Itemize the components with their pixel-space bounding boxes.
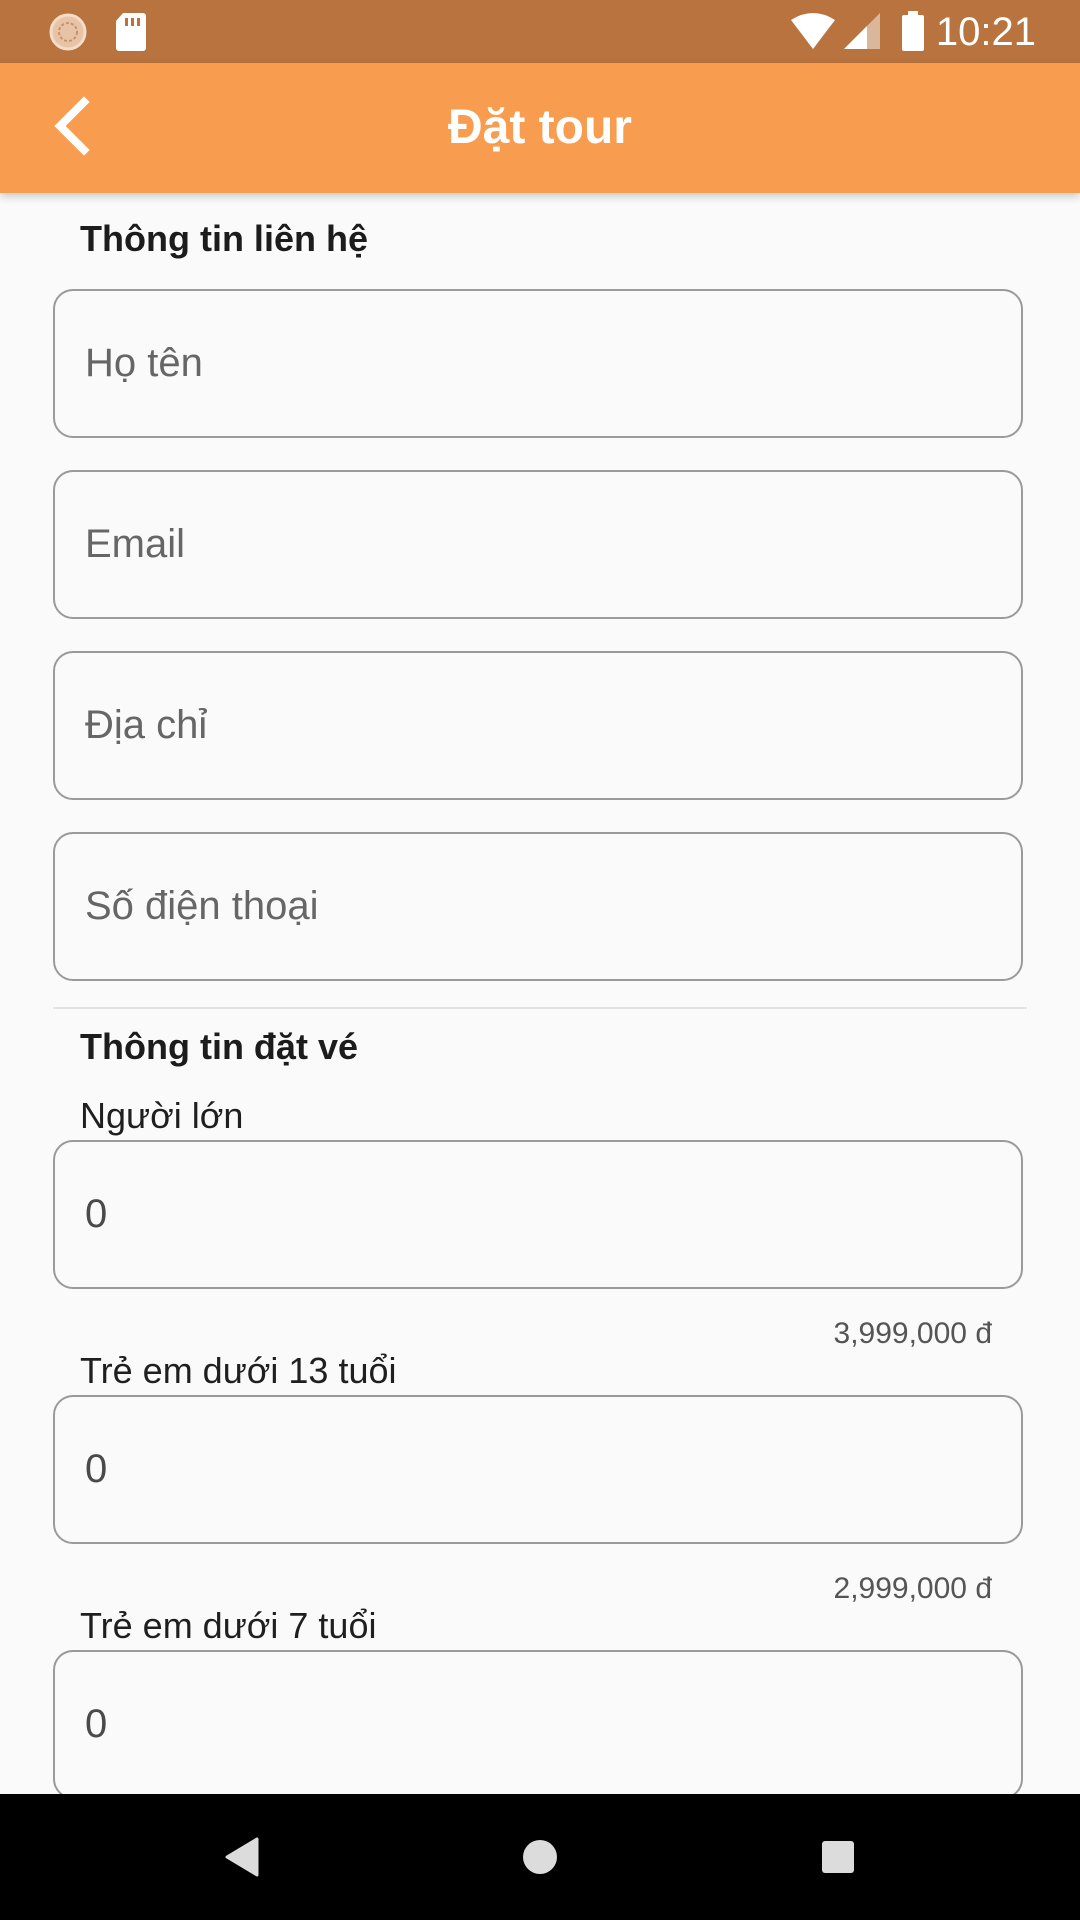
adult-price: 3,999,000 đ xyxy=(833,1317,992,1350)
child-under-7-quantity-field xyxy=(53,1650,1023,1794)
adult-label: Người lớn xyxy=(80,1095,244,1136)
child-under-7-quantity-input[interactable] xyxy=(85,1652,985,1794)
nav-back-button[interactable] xyxy=(207,1824,277,1894)
email-field xyxy=(53,470,1023,619)
back-triangle-icon xyxy=(225,1837,259,1882)
adult-quantity-input[interactable] xyxy=(85,1142,985,1287)
adult-quantity-field xyxy=(53,1140,1023,1289)
nav-recents-button[interactable] xyxy=(803,1824,873,1894)
full-name-input[interactable] xyxy=(85,291,985,436)
status-bar: 10:21 xyxy=(0,0,1080,63)
home-circle-icon xyxy=(522,1839,558,1880)
phone-field xyxy=(53,832,1023,981)
sd-card-icon xyxy=(115,12,147,57)
nav-home-button[interactable] xyxy=(505,1824,575,1894)
signal-icon xyxy=(843,12,881,55)
full-name-field xyxy=(53,289,1023,438)
divider xyxy=(53,1007,1027,1009)
recents-square-icon xyxy=(821,1840,855,1879)
app-bar: Đặt tour xyxy=(0,63,1080,193)
child-under-7-label: Trẻ em dưới 7 tuổi xyxy=(80,1605,377,1646)
phone-input[interactable] xyxy=(85,834,985,979)
child-under-13-quantity-field xyxy=(53,1395,1023,1544)
screen: 10:21 Đặt tour Thông tin liên hệ Thông xyxy=(0,0,1080,1920)
back-button[interactable] xyxy=(32,91,112,165)
booking-section-title: Thông tin đặt vé xyxy=(80,1026,358,1067)
booking-form: Thông tin liên hệ Thông tin đặt vé Người… xyxy=(0,193,1080,1794)
page-title: Đặt tour xyxy=(448,101,632,154)
child-under-13-label: Trẻ em dưới 13 tuổi xyxy=(80,1350,397,1391)
child-under-13-price: 2,999,000 đ xyxy=(833,1572,992,1605)
email-input[interactable] xyxy=(85,472,985,617)
battery-icon xyxy=(901,11,925,56)
chevron-left-icon xyxy=(48,95,96,161)
clock: 10:21 xyxy=(935,10,1036,54)
child-under-13-quantity-input[interactable] xyxy=(85,1397,985,1542)
navigation-bar xyxy=(0,1794,1080,1920)
wifi-icon xyxy=(790,12,836,55)
address-input[interactable] xyxy=(85,653,985,798)
address-field xyxy=(53,651,1023,800)
contact-section-title: Thông tin liên hệ xyxy=(80,218,368,259)
notification-circle-icon xyxy=(48,12,88,57)
